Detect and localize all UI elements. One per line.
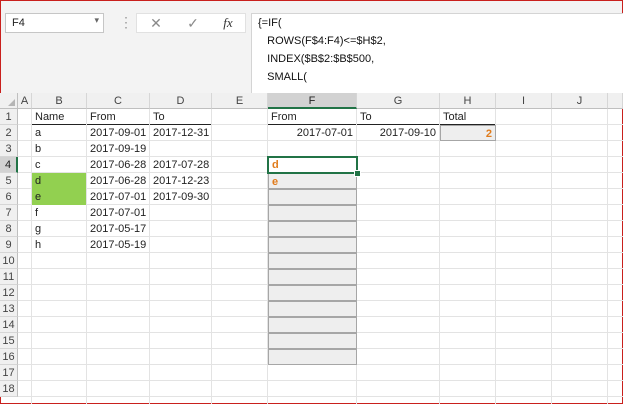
cell-name[interactable]: h: [32, 237, 86, 253]
cell-g1-to-header[interactable]: To: [357, 109, 439, 125]
gridline: [495, 109, 496, 404]
gridline: [211, 109, 212, 404]
result-cell-f12[interactable]: [268, 285, 357, 301]
row-header-1[interactable]: 1: [0, 109, 18, 125]
cell-name[interactable]: g: [32, 221, 86, 237]
select-all-button[interactable]: [0, 93, 18, 109]
row-header-17[interactable]: 17: [0, 365, 18, 381]
cell-to[interactable]: 2017-07-28: [150, 157, 211, 173]
row-header-16[interactable]: 16: [0, 349, 18, 365]
result-cell-f15[interactable]: [268, 333, 357, 349]
drag-handle-icon[interactable]: ⋮: [119, 15, 133, 29]
cell-d1-to-header[interactable]: To: [150, 109, 211, 125]
formula-input[interactable]: {=IF( ROWS(F$4:F4)<=$H$2, INDEX($B$2:$B$…: [251, 13, 623, 95]
column-header-a[interactable]: A: [18, 93, 32, 109]
result-cell-f11[interactable]: [268, 269, 357, 285]
enter-checkmark-icon[interactable]: ✓: [182, 15, 204, 31]
gridline: [551, 109, 552, 404]
cell-from[interactable]: 2017-09-19: [87, 141, 149, 157]
row-header-8[interactable]: 8: [0, 221, 18, 237]
formula-buttons: ✕ ✓ fx: [136, 13, 246, 33]
cell-name-highlighted[interactable]: e: [32, 189, 86, 205]
formula-line: INDEX($B$2:$B$500,: [258, 53, 375, 65]
row-header-4[interactable]: 4: [0, 157, 18, 173]
column-header-d[interactable]: D: [150, 93, 212, 109]
column-header-e[interactable]: E: [212, 93, 268, 109]
insert-function-button[interactable]: fx: [217, 15, 239, 31]
formula-line: ROWS(F$4:F4)<=$H$2,: [258, 35, 386, 47]
cell-from[interactable]: 2017-07-01: [87, 189, 149, 205]
formula-line: SMALL(: [258, 71, 307, 83]
result-cell-f13[interactable]: [268, 301, 357, 317]
row-header-5[interactable]: 5: [0, 173, 18, 189]
row-header-13[interactable]: 13: [0, 301, 18, 317]
cell-name[interactable]: b: [32, 141, 86, 157]
fill-handle[interactable]: [354, 170, 361, 177]
row-header-12[interactable]: 12: [0, 285, 18, 301]
row-header-7[interactable]: 7: [0, 205, 18, 221]
column-header-k[interactable]: [608, 93, 623, 109]
cell-c1-from-header[interactable]: From: [87, 109, 149, 125]
cell-to[interactable]: 2017-12-23: [150, 173, 211, 189]
row-header-9[interactable]: 9: [0, 237, 18, 253]
cell-h1-total-header[interactable]: Total: [440, 109, 495, 125]
formula-bar-area: F4 ▾ ⋮ ✕ ✓ fx {=IF( ROWS(F$4:F4)<=$H$2, …: [1, 1, 623, 95]
result-value: d: [272, 159, 279, 171]
cell-name[interactable]: a: [32, 125, 86, 141]
result-value: e: [272, 176, 279, 188]
row-header-2[interactable]: 2: [0, 125, 18, 141]
row-header-11[interactable]: 11: [0, 269, 18, 285]
result-cell-f8[interactable]: [268, 221, 357, 237]
row-header-3[interactable]: 3: [0, 141, 18, 157]
column-header-h[interactable]: H: [440, 93, 496, 109]
result-cell-f10[interactable]: [268, 253, 357, 269]
row-header-14[interactable]: 14: [0, 317, 18, 333]
result-cell-f7[interactable]: [268, 205, 357, 221]
chevron-down-icon[interactable]: ▾: [94, 15, 99, 26]
cell-f2-from-value[interactable]: 2017-07-01: [268, 125, 356, 141]
column-header-g[interactable]: G: [357, 93, 440, 109]
gridline: [607, 109, 608, 404]
spreadsheet-grid[interactable]: A B C D E F G H I J 1 2 3 4 5 6 7 8 9 10…: [0, 93, 623, 404]
cell-f1-from-header[interactable]: From: [268, 109, 356, 125]
result-cell-f6[interactable]: [268, 189, 357, 205]
cell-from[interactable]: 2017-05-17: [87, 221, 149, 237]
gridline: [18, 380, 623, 381]
gridline: [439, 109, 440, 404]
cell-to[interactable]: [150, 141, 211, 157]
cancel-icon[interactable]: ✕: [145, 15, 167, 31]
result-cell-f16[interactable]: [268, 349, 357, 365]
cell-from[interactable]: 2017-05-19: [87, 237, 149, 253]
result-cell-f14[interactable]: [268, 317, 357, 333]
cell-name[interactable]: c: [32, 157, 86, 173]
name-box-value: F4: [12, 17, 25, 29]
cell-from[interactable]: 2017-06-28: [87, 173, 149, 189]
result-cell-f5[interactable]: e: [268, 173, 357, 189]
formula-line: {=IF(: [258, 17, 282, 29]
cell-h2-total-value[interactable]: 2: [440, 125, 496, 141]
row-header-10[interactable]: 10: [0, 253, 18, 269]
row-header-18[interactable]: 18: [0, 381, 18, 397]
row-header-6[interactable]: 6: [0, 189, 18, 205]
column-header-f[interactable]: F: [268, 93, 357, 109]
name-box[interactable]: F4 ▾: [5, 13, 104, 33]
column-header-b[interactable]: B: [32, 93, 87, 109]
cell-from[interactable]: 2017-09-01: [87, 125, 149, 141]
cell-name[interactable]: f: [32, 205, 86, 221]
cell-from[interactable]: 2017-07-01: [87, 205, 149, 221]
cell-to[interactable]: 2017-09-30: [150, 189, 211, 205]
result-cell-f9[interactable]: [268, 237, 357, 253]
cell-name-highlighted[interactable]: d: [32, 173, 86, 189]
column-header-c[interactable]: C: [87, 93, 150, 109]
gridline: [18, 396, 623, 397]
cell-to[interactable]: 2017-12-31: [150, 125, 211, 141]
active-cell-f4[interactable]: d: [267, 156, 358, 174]
cell-from[interactable]: 2017-06-28: [87, 157, 149, 173]
cell-b1-name-header[interactable]: Name: [32, 109, 86, 125]
column-header-i[interactable]: I: [496, 93, 552, 109]
cell-g2-to-value[interactable]: 2017-09-10: [357, 125, 439, 141]
column-header-j[interactable]: J: [552, 93, 608, 109]
row-header-15[interactable]: 15: [0, 333, 18, 349]
